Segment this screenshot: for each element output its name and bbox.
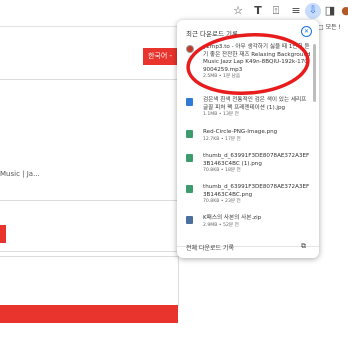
sidepanel-icon[interactable]: ◨ [322,3,338,19]
browser-toolbar: ☆ T ⍐ ≡ ⇩ ◨ ● [0,0,348,22]
language-button[interactable]: 한국어 - [143,48,177,65]
red-bar-button[interactable] [0,305,178,323]
download-meta: 12.7KB • 17분 전 [203,136,241,142]
scrollbar[interactable] [313,44,316,102]
red-annotation-ellipse [186,33,310,95]
profile-icon[interactable]: ● [338,3,348,19]
content-box [0,200,179,252]
download-filename: K패스의 사본의 사본.zip [203,215,262,221]
divider [0,79,178,80]
share-icon[interactable]: ⍐ [268,3,284,19]
tab-search-icon[interactable]: ≡ [288,3,304,19]
download-meta: 1.1MB • 13분 전 [203,112,239,118]
download-meta: 2.9MB • 52분 전 [203,222,239,228]
downloads-icon[interactable]: ⇩ [305,3,321,19]
download-filename: thumb_d_63991F3DE8078AE372A3EF3B1463C4BC… [203,153,310,167]
star-icon[interactable]: ☆ [230,3,246,19]
download-meta: 70.8KB • 23분 전 [203,199,241,205]
truncated-text: Music | Ja... [0,170,40,178]
bookmarks-label: 모든 ! [325,24,341,31]
red-button[interactable] [0,225,6,243]
zip-icon [186,216,193,224]
web-page: 한국어 - Music | Ja... [0,26,179,342]
download-meta: 70.8KB • 18분 전 [203,168,241,174]
document-icon [186,98,193,106]
content-box [0,256,179,306]
image-icon [186,154,193,162]
all-downloads-link[interactable]: 전체 다운로드 기록 [186,243,234,252]
download-filename: thumb_d_63991F3DE8078AE372A3EF3B1463C4BC… [203,184,310,198]
image-icon [186,185,193,193]
download-filename: Red-Circle-PNG-Image.png [203,129,278,135]
download-filename: 검은색 흰색 전통적인 검은 색이 있는 세리프 글꼴 피처 팩 프레젠테이션 … [203,97,307,111]
open-external-icon[interactable]: ⧉ [301,242,306,251]
bookmarks-folder[interactable]: □ 모든 ! [318,22,341,31]
image-icon [186,130,193,138]
language-button-label: 한국어 - [147,52,173,60]
translate-icon[interactable]: T [250,3,266,19]
